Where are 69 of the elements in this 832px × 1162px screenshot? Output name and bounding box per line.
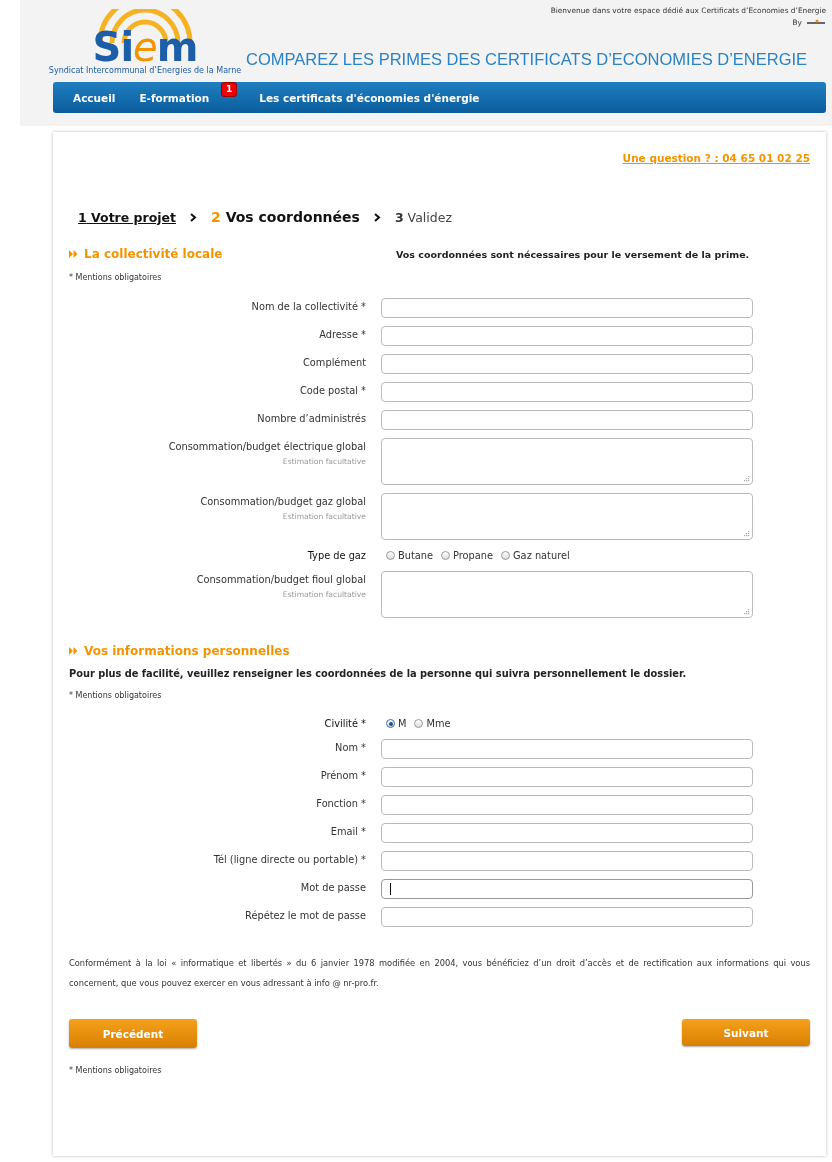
required-note: * Mentions obligatoires <box>69 1066 163 1075</box>
radio-label: Mme <box>426 718 451 729</box>
field-label: Prénom * <box>320 770 366 781</box>
input-field[interactable] <box>381 354 753 374</box>
radio-label: M <box>398 718 407 729</box>
input-field[interactable] <box>381 410 753 430</box>
section-title: Vos informations personnelles <box>84 644 290 658</box>
step-label[interactable]: 1 Votre projet <box>78 209 177 225</box>
input-field[interactable] <box>381 382 753 402</box>
resize-grip-icon <box>743 530 750 537</box>
required-note: * Mentions obligatoires <box>69 691 163 700</box>
chevron-icon <box>373 212 381 222</box>
page-headline: COMPAREZ LES PRIMES DES CERTIFICATS D’ECONOMIES D’ENERGIE <box>246 50 808 69</box>
radio-button[interactable] <box>386 719 395 728</box>
field-label: Email * <box>330 826 366 837</box>
radio-button[interactable] <box>386 551 395 560</box>
radio-button[interactable] <box>414 719 424 728</box>
text-cursor <box>390 883 391 895</box>
logo-subtitle: Syndicat Intercommunal d’Energies de la Marne <box>48 66 242 75</box>
input-field[interactable] <box>381 851 753 871</box>
radio-label: Butane <box>398 550 433 561</box>
section-title: La collectivité locale <box>84 247 223 261</box>
double-arrow-icon <box>69 250 78 258</box>
logo-text: Siem <box>92 29 198 65</box>
radio-label: Propane <box>453 550 494 561</box>
step-label: 3 Validez <box>394 209 452 225</box>
input-field[interactable] <box>381 907 753 927</box>
radio-label: Gaz naturel <box>513 550 570 561</box>
nav-link[interactable]: E-formation <box>139 91 210 104</box>
radio-button[interactable] <box>501 551 511 560</box>
input-field[interactable] <box>381 767 753 787</box>
textarea-field[interactable] <box>381 571 753 618</box>
field-label: Code postal * <box>299 385 366 396</box>
nav-link[interactable]: Accueil <box>73 91 116 104</box>
input-field[interactable] <box>381 795 753 815</box>
field-label: Consommation/budget fioul global <box>196 574 366 585</box>
input-field[interactable] <box>381 823 753 843</box>
chevron-icon <box>190 212 198 222</box>
info-text: Vos coordonnées sont nécessaires pour le versement de la prime. <box>396 248 750 260</box>
field-label: Mot de passe <box>300 882 366 893</box>
step-label: 2 Vos coordonnées <box>211 209 360 225</box>
notification-badge: 1 <box>220 81 238 97</box>
resize-grip-icon <box>743 608 750 615</box>
textarea-field[interactable] <box>381 493 753 540</box>
resize-grip-icon <box>743 475 750 482</box>
radio-button[interactable] <box>441 551 450 560</box>
field-label: Adresse * <box>319 329 366 340</box>
field-label: Civilité * <box>324 718 366 729</box>
textarea-field[interactable] <box>381 438 753 485</box>
input-field[interactable] <box>381 879 753 899</box>
intro-text: Pour plus de facilité, veuillez renseigner les coordonnées de la personne qui suivra personnellement le dossier. <box>69 668 688 679</box>
field-label: Tél (ligne directe ou portable) * <box>213 854 366 865</box>
field-label: Répétez le mot de passe <box>245 910 366 921</box>
field-label: Type de gaz <box>307 550 366 561</box>
nav-link[interactable]: Les certificats d'économies d'énergie <box>259 91 480 104</box>
field-label: Nom de la collectivité * <box>251 301 366 312</box>
input-field[interactable] <box>381 298 753 318</box>
required-note: * Mentions obligatoires <box>69 273 163 282</box>
input-field[interactable] <box>381 739 753 759</box>
field-label: Nom * <box>335 742 366 753</box>
field-label: Nombre d’administrés <box>257 413 366 424</box>
field-label: Complément <box>303 357 366 368</box>
double-arrow-icon <box>69 647 78 655</box>
legal-text: Conformément à la loi « informatique et libertés » du 6 janvier 1978 modifiée en 2004, vous bénéficiez d’un droit d’accès et de rectification aux informations qui vous concernent, que vous pouvez exercer en vous adressant à info @ nr-pro.fr. <box>69 957 810 990</box>
field-label: Consommation/budget gaz global <box>200 496 366 507</box>
partner-logo-icon <box>806 18 826 27</box>
field-label: Fonction * <box>316 798 366 809</box>
input-field[interactable] <box>381 326 753 346</box>
field-label: Consommation/budget électrique global <box>168 441 366 452</box>
